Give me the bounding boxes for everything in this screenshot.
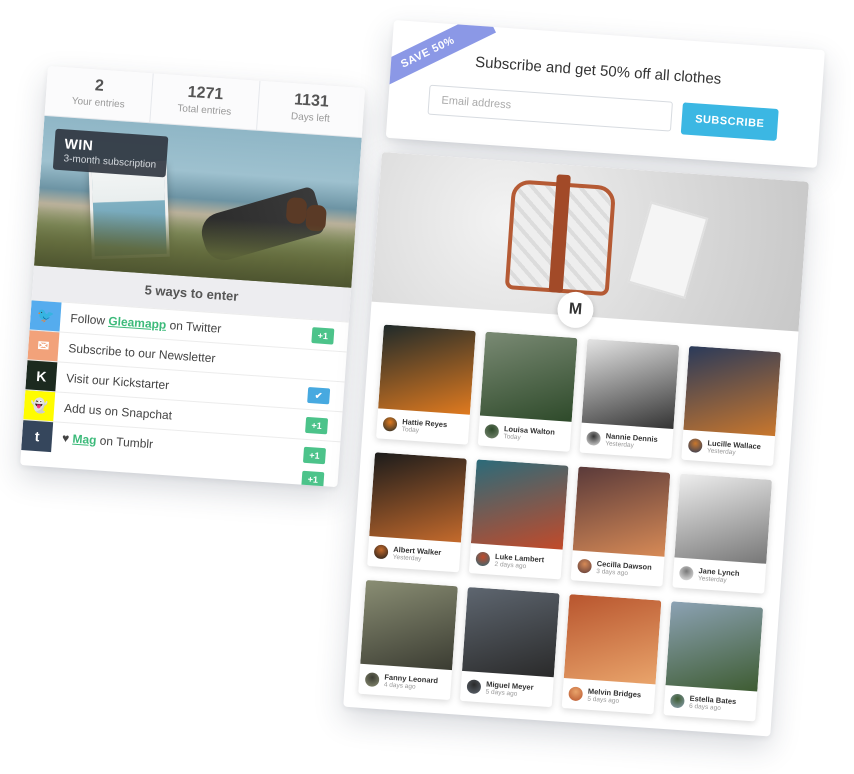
stat-days-left: 1131 Days left <box>257 81 365 137</box>
avatar <box>484 423 500 439</box>
photo-card[interactable]: Fanny Leonard 4 days ago <box>358 579 458 701</box>
photo-card[interactable]: Estella Bates 6 days ago <box>663 601 764 722</box>
newsletter-title: Subscribe and get 50% off all clothes <box>474 53 722 88</box>
avatar <box>466 679 482 695</box>
photo-author: Lucille Wallace Yesterday <box>707 438 761 458</box>
photo-meta: Jane Lynch Yesterday <box>672 557 766 593</box>
entry-label-text: on Tumblr <box>96 432 154 451</box>
photo-meta: Cecilla Dawson 3 days ago <box>571 550 665 586</box>
avatar <box>687 438 703 454</box>
photo-author: Louisa Walton Today <box>503 424 555 444</box>
photo-meta: Hattie Reyes Today <box>376 408 470 444</box>
shoe-illustration <box>285 197 308 225</box>
subscribe-button[interactable]: SUBSCRIBE <box>680 102 779 141</box>
photo-meta: Fanny Leonard 4 days ago <box>358 664 452 700</box>
photo-author: Nannie Dennis Yesterday <box>605 431 658 451</box>
photo-card[interactable]: Nannie Dennis Yesterday <box>579 338 680 459</box>
avatar <box>586 430 602 446</box>
entry-label-text: Add us on Snapchat <box>63 400 173 422</box>
photo-author: Melvin Bridges 5 days ago <box>587 687 641 707</box>
photo-card[interactable]: Luke Lambert 2 days ago <box>468 459 569 580</box>
points-badge[interactable]: +1 <box>302 446 327 464</box>
photo-card[interactable]: Albert Walker Yesterday <box>367 452 467 573</box>
avatar <box>577 558 593 574</box>
avatar <box>475 551 491 567</box>
email-field[interactable]: Email address <box>427 84 673 132</box>
entry-link[interactable]: Mag <box>72 431 97 447</box>
tumblr-icon: t <box>21 419 54 452</box>
photo-meta: Albert Walker Yesterday <box>367 536 461 572</box>
photo-meta: Melvin Bridges 5 days ago <box>562 678 656 714</box>
photo-grid: Hattie Reyes Today Louisa Walton Today Nanni… <box>344 302 798 723</box>
photo-thumbnail[interactable] <box>462 587 560 678</box>
photo-author: Hattie Reyes Today <box>401 417 447 436</box>
photo-thumbnail[interactable] <box>360 579 458 671</box>
photo-thumbnail[interactable] <box>674 473 773 564</box>
photo-card[interactable]: Cecilla Dawson 3 days ago <box>570 466 671 587</box>
photo-thumbnail[interactable] <box>563 594 662 685</box>
points-badge[interactable]: +1 <box>301 470 325 488</box>
points-badge[interactable]: +1 <box>305 416 329 434</box>
newsletter-widget: SAVE 50% Subscribe and get 50% off all c… <box>385 20 825 168</box>
book-illustration <box>627 201 709 299</box>
photo-meta: Lucille Wallace Yesterday <box>681 430 775 466</box>
points-badge[interactable]: +1 <box>311 326 335 345</box>
photo-thumbnail[interactable] <box>378 324 476 415</box>
photo-meta: Nannie Dennis Yesterday <box>580 423 674 459</box>
avatar <box>382 416 398 432</box>
photo-thumbnail[interactable] <box>479 331 578 422</box>
stat-total-entries: 1271 Total entries <box>150 73 261 130</box>
avatar <box>373 544 389 560</box>
photo-card[interactable]: Jane Lynch Yesterday <box>672 473 773 594</box>
photo-thumbnail[interactable] <box>470 459 569 550</box>
envelope-icon: ✉ <box>27 329 60 362</box>
photo-card[interactable]: Melvin Bridges 5 days ago <box>561 594 662 715</box>
prize-image: WIN 3-month subscription <box>34 115 362 288</box>
photo-thumbnail[interactable] <box>683 345 781 437</box>
photo-meta: Luke Lambert 2 days ago <box>469 543 563 579</box>
photo-author: Jane Lynch Yesterday <box>698 566 740 585</box>
twitter-icon: 🐦 <box>29 299 62 332</box>
completed-check-badge[interactable]: ✔ <box>307 386 331 404</box>
competition-widget: 2 Your entries 1271 Total entries 1131 D… <box>20 66 366 488</box>
photo-author: Cecilla Dawson 3 days ago <box>596 559 652 579</box>
avatar <box>669 693 685 709</box>
photo-meta: Louisa Walton Today <box>478 415 572 451</box>
photo-card[interactable]: Louisa Walton Today <box>477 331 578 452</box>
photo-thumbnail[interactable] <box>581 338 680 430</box>
avatar <box>364 672 380 688</box>
entry-label-text: on Twitter <box>165 317 222 336</box>
photo-card[interactable]: Lucille Wallace Yesterday <box>681 345 781 467</box>
photo-thumbnail[interactable] <box>572 466 671 557</box>
photo-thumbnail[interactable] <box>369 452 467 543</box>
photo-thumbnail[interactable] <box>665 601 764 692</box>
avatar <box>568 686 584 702</box>
photo-card[interactable]: Hattie Reyes Today <box>376 324 476 445</box>
photo-card[interactable]: Miguel Meyer 5 days ago <box>459 587 560 708</box>
stat-your-entries: 2 Your entries <box>44 66 155 123</box>
entry-label-text: Follow <box>70 310 109 328</box>
photo-author: Estella Bates 6 days ago <box>689 694 737 713</box>
avatar <box>678 565 694 581</box>
kickstarter-icon: K <box>25 359 58 392</box>
photo-author: Miguel Meyer 5 days ago <box>485 680 534 699</box>
photo-author: Albert Walker Yesterday <box>393 545 442 564</box>
snapchat-icon: 👻 <box>23 389 56 422</box>
photo-author: Fanny Leonard 4 days ago <box>384 672 439 692</box>
entry-list: 🐦 Follow Gleamapp on Twitter +1 ✉ Subscribe … <box>20 299 349 488</box>
entry-label-text: Subscribe to our Newsletter <box>67 340 216 365</box>
photo-meta: Miguel Meyer 5 days ago <box>460 671 554 707</box>
social-gallery-widget: M Hattie Reyes Today Louisa Walton Today Nan… <box>343 152 809 737</box>
photo-meta: Estella Bates 6 days ago <box>663 685 757 721</box>
prize-badge: WIN 3-month subscription <box>52 128 169 178</box>
entry-label-text: Visit our Kickstarter <box>65 370 170 392</box>
entry-link[interactable]: Gleamapp <box>108 313 167 331</box>
photo-author: Luke Lambert 2 days ago <box>494 552 544 571</box>
